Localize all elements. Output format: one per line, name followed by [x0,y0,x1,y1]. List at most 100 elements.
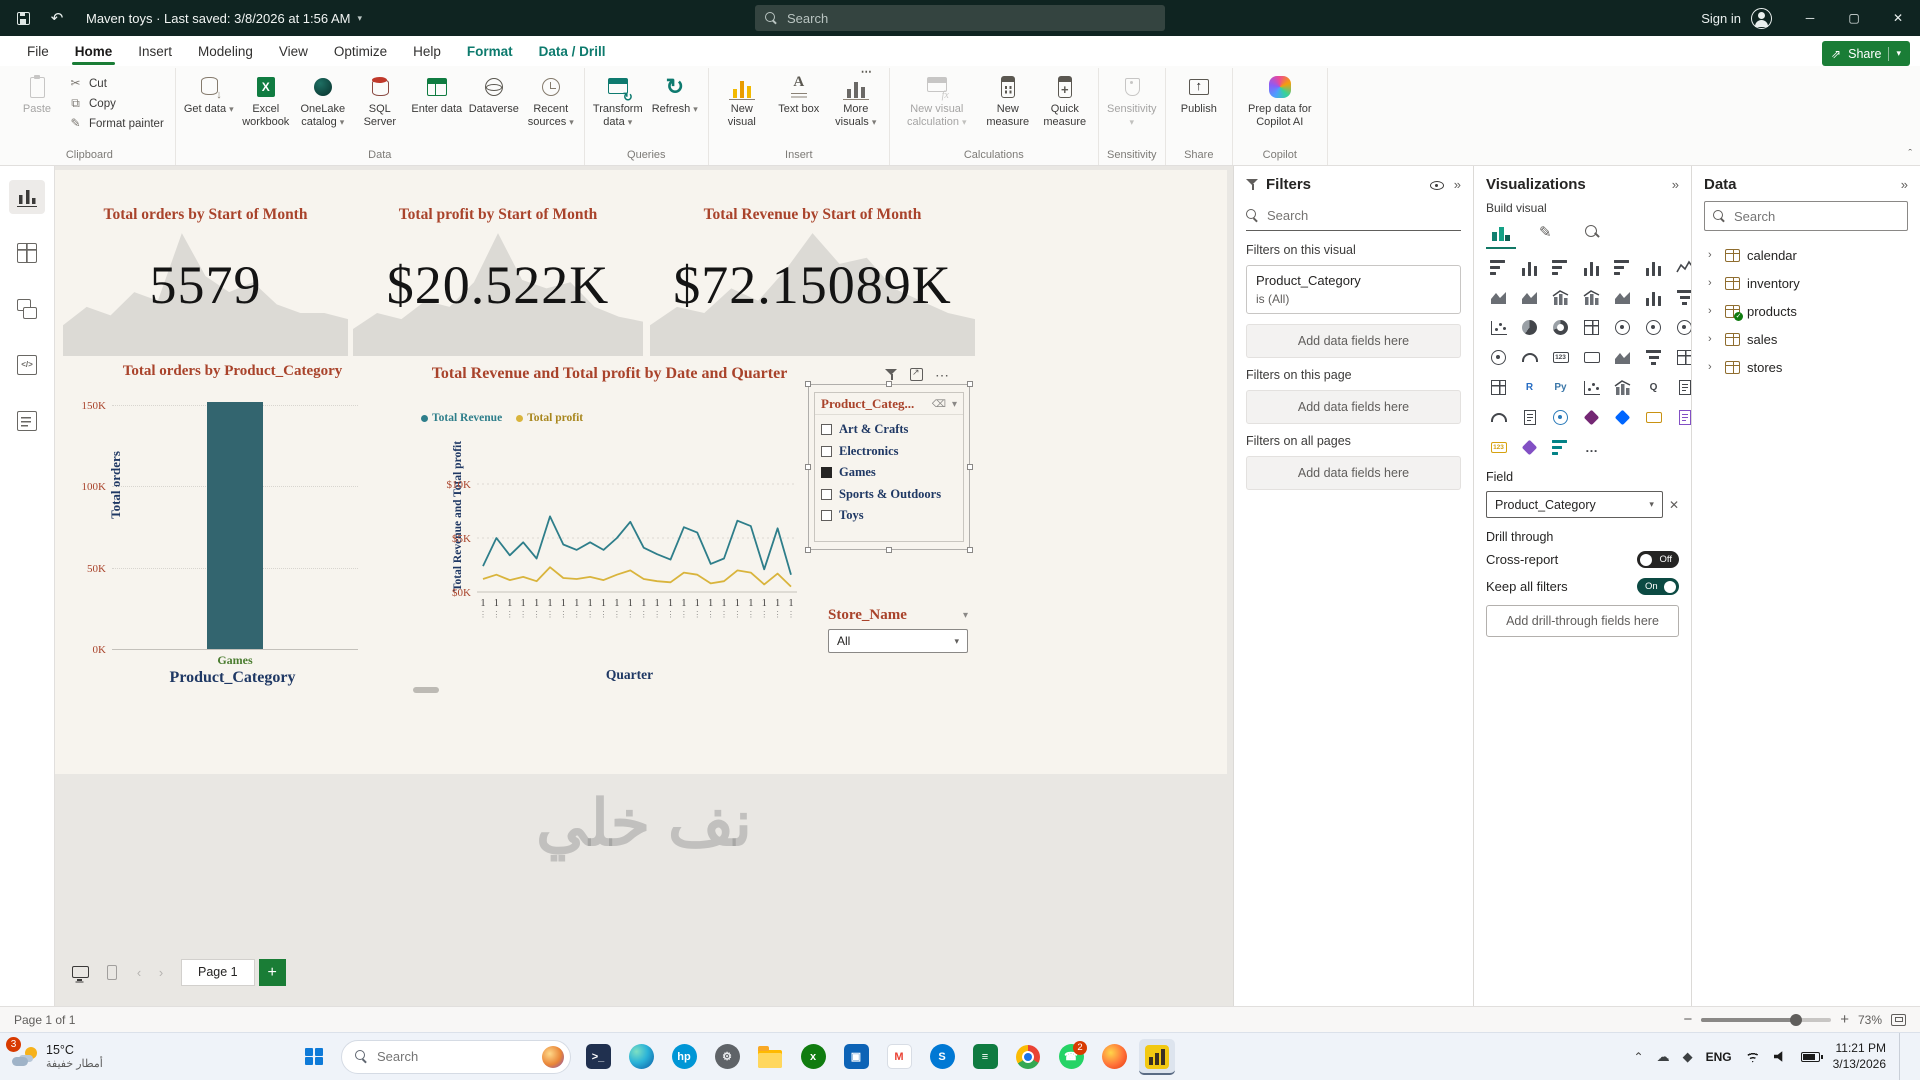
menu-tab-home[interactable]: Home [62,36,126,66]
visual-type-clustered-column-chart-icon[interactable] [1579,255,1604,280]
copy-button[interactable]: Copy [66,95,170,112]
checkbox-icon[interactable] [821,510,832,522]
visual-type-button-slicer-icon[interactable] [1641,405,1666,430]
visual-type-q-and-a-icon[interactable]: Q [1641,375,1666,400]
sql-server-button[interactable]: SQL Server [352,70,408,144]
zoom-out-button[interactable]: − [1683,1011,1692,1028]
model-view-button[interactable] [9,292,45,326]
visual-type-ribbon-chart-icon[interactable] [1610,285,1635,310]
line-chart-revenue-profit[interactable]: Total Revenue and Total profit by Date a… [407,360,812,695]
close-button[interactable]: ✕ [1876,0,1920,36]
menu-tab-modeling[interactable]: Modeling [185,36,266,66]
report-page[interactable]: Total orders by Start of Month 5579 Tota… [55,170,1227,774]
slicer-item-art-crafts[interactable]: Art & Crafts [821,419,957,441]
show-desktop-button[interactable] [1899,1033,1904,1080]
visual-type-waterfall-chart-icon[interactable] [1641,285,1666,310]
visual-type-gauge-icon[interactable] [1517,345,1542,370]
new-measure-button[interactable]: New measure [980,70,1036,144]
weather-widget[interactable]: 3 15°C أمطار خفيفة [0,1033,115,1080]
add-data-fields-dropzone[interactable]: Add data fields here [1246,390,1461,424]
get-data-button[interactable]: Get data ▾ [181,70,237,144]
zoom-slider-knob[interactable] [1790,1013,1803,1026]
visual-type-decomposition-tree-icon[interactable] [1610,375,1635,400]
resize-handle[interactable] [805,381,811,387]
taskbar-app-gmail[interactable]: M [881,1039,917,1075]
visual-type-paginated-report-icon[interactable] [1517,405,1542,430]
visual-type-arcgis-map-icon[interactable] [1548,405,1573,430]
table-row-calendar[interactable]: › calendar [1704,241,1908,269]
zoom-percent[interactable]: 73% [1858,1013,1882,1027]
taskbar-app-file-explorer[interactable] [752,1039,788,1075]
new-visual-button[interactable]: New visual [714,70,770,144]
fit-to-page-icon[interactable] [1891,1013,1906,1026]
store-slicer-chevron-icon[interactable]: ▾ [963,610,968,621]
taskbar-app-terminal[interactable]: >_ [580,1039,616,1075]
resize-handle[interactable] [805,464,811,470]
global-search-input[interactable] [787,10,1155,26]
visual-type-line-chart-icon[interactable] [1672,255,1691,280]
resize-handle[interactable] [967,381,973,387]
visual-type-donut-chart-icon[interactable] [1548,315,1573,340]
format-visual-tab[interactable] [1532,219,1562,249]
menu-tab-help[interactable]: Help [400,36,454,66]
visual-type-multi-row-card-icon[interactable] [1579,345,1604,370]
analytics-tab[interactable] [1578,219,1608,249]
legend-item-total-profit[interactable]: Total profit [516,412,583,424]
taskbar-app-hp-support[interactable]: hp [666,1039,702,1075]
transform-data-button[interactable]: Transform data ▾ [590,70,646,144]
visual-type-filled-map-icon[interactable] [1641,315,1666,340]
focus-mode-icon[interactable] [910,367,923,381]
visual-filter-icon[interactable] [885,368,898,381]
visual-type-python-visual-icon[interactable]: Py [1548,375,1573,400]
visual-type-power-automate-icon[interactable] [1610,405,1635,430]
page-tab[interactable]: Page 1 [181,958,255,986]
card-total-revenue[interactable]: Total Revenue by Start of Month $72.1508… [650,188,975,360]
menu-tab-view[interactable]: View [266,36,321,66]
checkbox-icon[interactable] [821,445,832,457]
table-row-stores[interactable]: › stores [1704,353,1908,381]
visual-type-key-influencers-icon[interactable] [1579,375,1604,400]
add-data-fields-dropzone[interactable]: Add data fields here [1246,456,1461,490]
menu-tab-file[interactable]: File [14,36,62,66]
new-page-button[interactable]: + [258,958,286,986]
global-search[interactable] [755,5,1165,31]
visual-type-treemap-icon[interactable] [1579,315,1604,340]
visual-type-area-chart-icon[interactable] [1486,285,1511,310]
dataverse-button[interactable]: Dataverse [466,70,522,144]
save-button[interactable] [8,3,38,33]
more-visuals-button[interactable]: More visuals ▾ [828,66,884,144]
data-search-input[interactable] [1734,208,1899,224]
visual-type-table-icon[interactable] [1672,345,1691,370]
resize-handle[interactable] [967,464,973,470]
recent-sources-button[interactable]: Recent sources ▾ [523,70,579,144]
keep-all-filters-toggle[interactable]: On [1637,578,1679,595]
cross-report-toggle[interactable]: Off [1637,551,1679,568]
bar-games[interactable] [207,402,263,649]
menu-tab-format[interactable]: Format [454,36,526,66]
visual-type-clustered-bar-chart-icon[interactable] [1548,255,1573,280]
bar-chart-total-orders-by-category[interactable]: Total orders by Product_Category Total o… [60,357,405,692]
checkbox-icon[interactable] [821,424,832,436]
taskbar-app-settings[interactable]: ⚙ [709,1039,745,1075]
resize-handle[interactable] [886,381,892,387]
visual-type-matrix-icon[interactable] [1486,375,1511,400]
build-visual-tab[interactable] [1486,219,1516,249]
minimize-button[interactable]: ─ [1788,0,1832,36]
table-row-sales[interactable]: › sales [1704,325,1908,353]
menu-tab-data-drill[interactable]: Data / Drill [526,36,619,66]
expand-chevron-icon[interactable]: › [1708,361,1718,373]
wifi-icon[interactable] [1744,1050,1761,1063]
visual-type-power-apps-icon[interactable] [1579,405,1604,430]
card-total-profit[interactable]: Total profit by Start of Month $20.522K [353,188,643,360]
visual-type-kpi-icon[interactable] [1610,345,1635,370]
collapse-visualizations-pane-icon[interactable]: » [1672,177,1679,192]
visual-type-card-icon[interactable]: 123 [1548,345,1573,370]
slicer-chevron-icon[interactable]: ▾ [952,399,957,410]
visual-type-list-slicer-icon[interactable] [1548,435,1573,460]
document-title[interactable]: Maven toys · Last saved: 3/8/2026 at 1:5… [86,11,362,26]
quick-measure-button[interactable]: Quick measure [1037,70,1093,144]
visual-type-text-slicer-icon[interactable] [1672,405,1691,430]
onelake-catalog-button[interactable]: OneLake catalog ▾ [295,70,351,144]
visual-type-stacked-column-chart-icon[interactable] [1517,255,1542,280]
desktop-layout-button[interactable] [65,959,95,985]
